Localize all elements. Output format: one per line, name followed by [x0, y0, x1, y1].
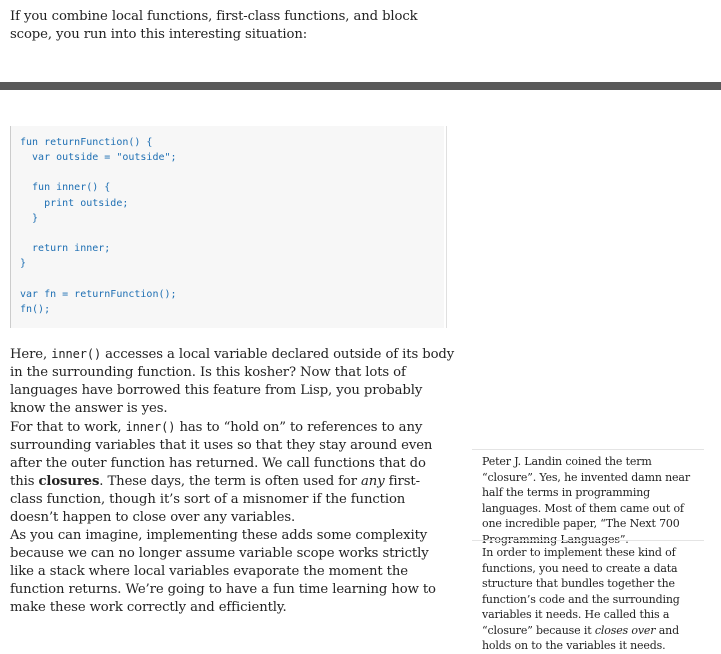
intro-paragraph: If you combine local functions, first-cl… [10, 9, 418, 42]
paragraph-text: Here, [10, 347, 52, 362]
emphasis-any: any [361, 474, 385, 489]
code-line: var fn = returnFunction(); [20, 289, 177, 300]
code-line: } [20, 213, 39, 224]
code-block-edge [446, 126, 447, 328]
paragraph-inner-access: Here, inner() accesses a local variable … [10, 345, 455, 418]
code-line: } [20, 258, 27, 269]
term-closures: closures [38, 474, 100, 489]
code-line: fun inner() { [20, 182, 111, 193]
code-line: print outside; [20, 198, 129, 209]
inline-code: inner() [51, 347, 102, 361]
aside-divider [472, 449, 704, 450]
paragraph-text: . These days, the term is often used for [99, 474, 362, 489]
paragraph-complexity: As you can imagine, implementing these a… [10, 528, 436, 615]
code-line: var outside = "outside"; [20, 152, 177, 163]
aside-closure-structure: In order to implement these kind of func… [482, 545, 704, 654]
code-line: fn(); [20, 304, 51, 315]
emphasis-closes-over: closes over [594, 623, 656, 637]
aside-landin: Peter J. Landin coined the term “closure… [482, 455, 690, 546]
aside-divider [472, 540, 704, 541]
section-divider [0, 82, 721, 90]
paragraph-closures: For that to work, inner() has to “hold o… [10, 418, 450, 527]
code-line: return inner; [20, 243, 111, 254]
inline-code: inner() [125, 420, 176, 434]
code-block: fun returnFunction() { var outside = "ou… [10, 126, 444, 328]
code-line: fun returnFunction() { [20, 137, 153, 148]
paragraph-text: For that to work, [10, 420, 126, 435]
